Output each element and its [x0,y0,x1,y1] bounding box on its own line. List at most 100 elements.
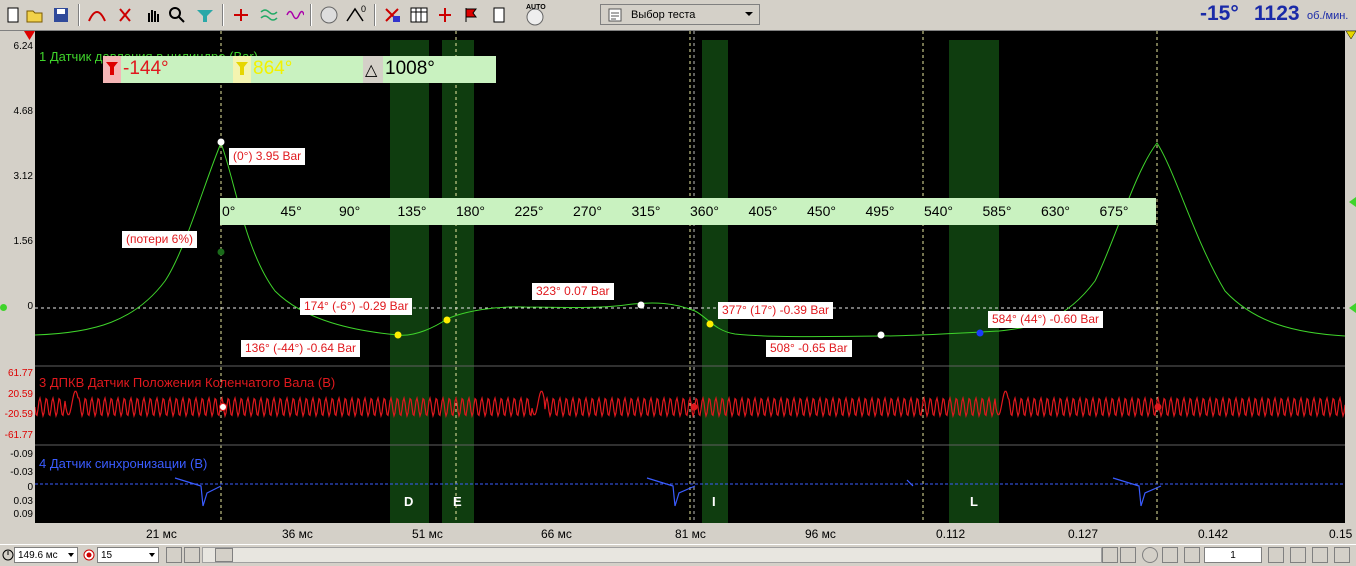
header-rpm: 1123 [1254,2,1300,25]
ch4-sync-trace [174,477,1162,507]
test-select-dropdown[interactable]: Выбор теста [600,4,760,25]
ch3-marker[interactable] [1154,403,1162,411]
cursor2-value: 864° [253,58,293,79]
ch1-zero-marker[interactable] [0,304,7,311]
angle-scale-strip[interactable]: 0° 45° 90° 135° 180° 225° 270° 315° 360° 405° 450°… [220,198,1156,225]
add-icon[interactable] [1142,547,1158,563]
annotation-losses[interactable]: (потери 6%) [122,231,197,248]
horizontal-scrollbar[interactable] [202,547,1102,563]
x-tick: 81 мс [675,527,706,541]
play-button[interactable] [1312,547,1328,563]
chevron-down-icon [68,553,74,557]
angle-tick: 540° [924,203,953,219]
page-number-field[interactable]: 1 [1204,547,1262,563]
delta-value: 1008° [385,58,435,79]
split-icon[interactable] [434,4,456,26]
x-tick: 51 мс [412,527,443,541]
scroll-first-button[interactable] [166,547,182,563]
overlay-icon[interactable] [258,4,280,26]
fit-icon[interactable] [230,4,252,26]
scroll-right-button[interactable] [1102,547,1118,563]
channel-count-select[interactable]: 15 [97,547,159,563]
hand-pan-icon[interactable] [142,4,164,26]
oscillogram-plot[interactable]: 1 Датчик давления в цилиндре (Bar) 3 ДПК… [35,31,1345,523]
annotation-508[interactable]: 508° -0.65 Bar [766,340,852,357]
annotation-136[interactable]: 136° (-44°) -0.64 Bar [241,340,360,357]
play-fast-button[interactable] [1334,547,1350,563]
cursor1-value: -144° [123,58,169,79]
angle-tick: 45° [280,203,302,219]
signal-arc-icon[interactable] [86,4,108,26]
cursor2-top-icon[interactable] [1346,31,1356,40]
angle-tick: 225° [514,203,544,219]
ch3-title: 3 ДПКВ Датчик Положения Коленчатого Вала… [39,375,336,390]
point-377-marker[interactable] [706,320,714,328]
save-icon[interactable] [50,4,72,26]
document-icon[interactable] [488,4,510,26]
flag-icon[interactable] [460,4,482,26]
waves-icon[interactable] [284,4,306,26]
x-tick: 0.112 [936,527,966,541]
y-tick: -61.77 [4,430,33,441]
delta-icon: △ [365,62,378,79]
scroll-left-button[interactable] [184,547,200,563]
angle-tick: 585° [982,203,1012,219]
cursor-tool-icon[interactable] [114,4,136,26]
losses-marker[interactable] [217,248,225,256]
table-icon[interactable] [408,4,430,26]
auto-label: AUTO [526,4,546,11]
ch4-title: 4 Датчик синхронизации (В) [39,456,208,471]
scrollbar-thumb[interactable] [215,548,233,562]
channel-config-icon[interactable] [382,4,404,26]
angle-tick: 450° [807,203,836,219]
annotation-323[interactable]: 323° 0.07 Bar [532,283,614,300]
point-323-marker[interactable] [637,301,645,309]
ch3-marker[interactable] [690,403,698,411]
peak-detect-icon[interactable]: 0 [344,4,366,26]
channel-arrow-icon[interactable] [1349,303,1356,313]
annotation-174[interactable]: 174° (-6°) -0.29 Bar [300,298,413,315]
zone-e [442,40,474,523]
timebase-select[interactable]: 149.6 мс [14,547,78,563]
page-next-button[interactable] [1268,547,1284,563]
auto-icon[interactable] [318,4,340,26]
page-prev-button[interactable] [1184,547,1200,563]
zoom-icon[interactable] [166,4,188,26]
channel-arrow-icon[interactable] [1349,197,1356,207]
auto-scale-icon[interactable]: AUTO [524,4,546,26]
channel-marker-icon [24,31,35,40]
page-first-button[interactable] [1162,547,1178,563]
test-select-label: Выбор теста [631,8,696,21]
ch3-marker[interactable] [219,403,227,411]
zone-label-e: E [453,494,462,509]
timebase-value: 149.6 мс [18,549,58,561]
point-174-marker[interactable] [443,316,451,324]
plot-canvas[interactable] [35,31,1345,523]
y-tick: 4.68 [13,106,33,117]
x-tick: 66 мс [541,527,572,541]
annotation-peak[interactable]: (0°) 3.95 Bar [229,148,306,165]
page-last-button[interactable] [1290,547,1306,563]
y-tick: -0.03 [10,467,33,478]
counter-small: 0 [360,4,366,14]
angle-tick: 0° [222,203,236,219]
new-file-icon[interactable] [2,4,24,26]
filter-icon[interactable] [194,4,216,26]
y-axis: 6.24 4.68 3.12 1.56 0 61.77 20.59 -20.59… [0,31,35,523]
open-folder-icon[interactable] [24,4,46,26]
peak-marker[interactable] [217,138,225,146]
point-584-marker[interactable] [976,329,984,337]
x-tick: 0.127 [1068,527,1099,541]
angle-tick: 675° [1099,203,1129,219]
y-tick: -0.09 [10,449,33,460]
y-tick: -20.59 [4,409,33,420]
timebase-icon [2,549,14,561]
zone-l [949,40,999,523]
annotation-377[interactable]: 377° (17°) -0.39 Bar [718,302,833,319]
point-136-marker[interactable] [394,331,402,339]
y-tick: 6.24 [13,41,33,52]
point-508-marker[interactable] [877,331,885,339]
cursor-panel: -144° 864° △ 1008° [103,56,496,83]
annotation-584[interactable]: 584° (44°) -0.60 Bar [988,311,1103,328]
scroll-last-button[interactable] [1120,547,1136,563]
